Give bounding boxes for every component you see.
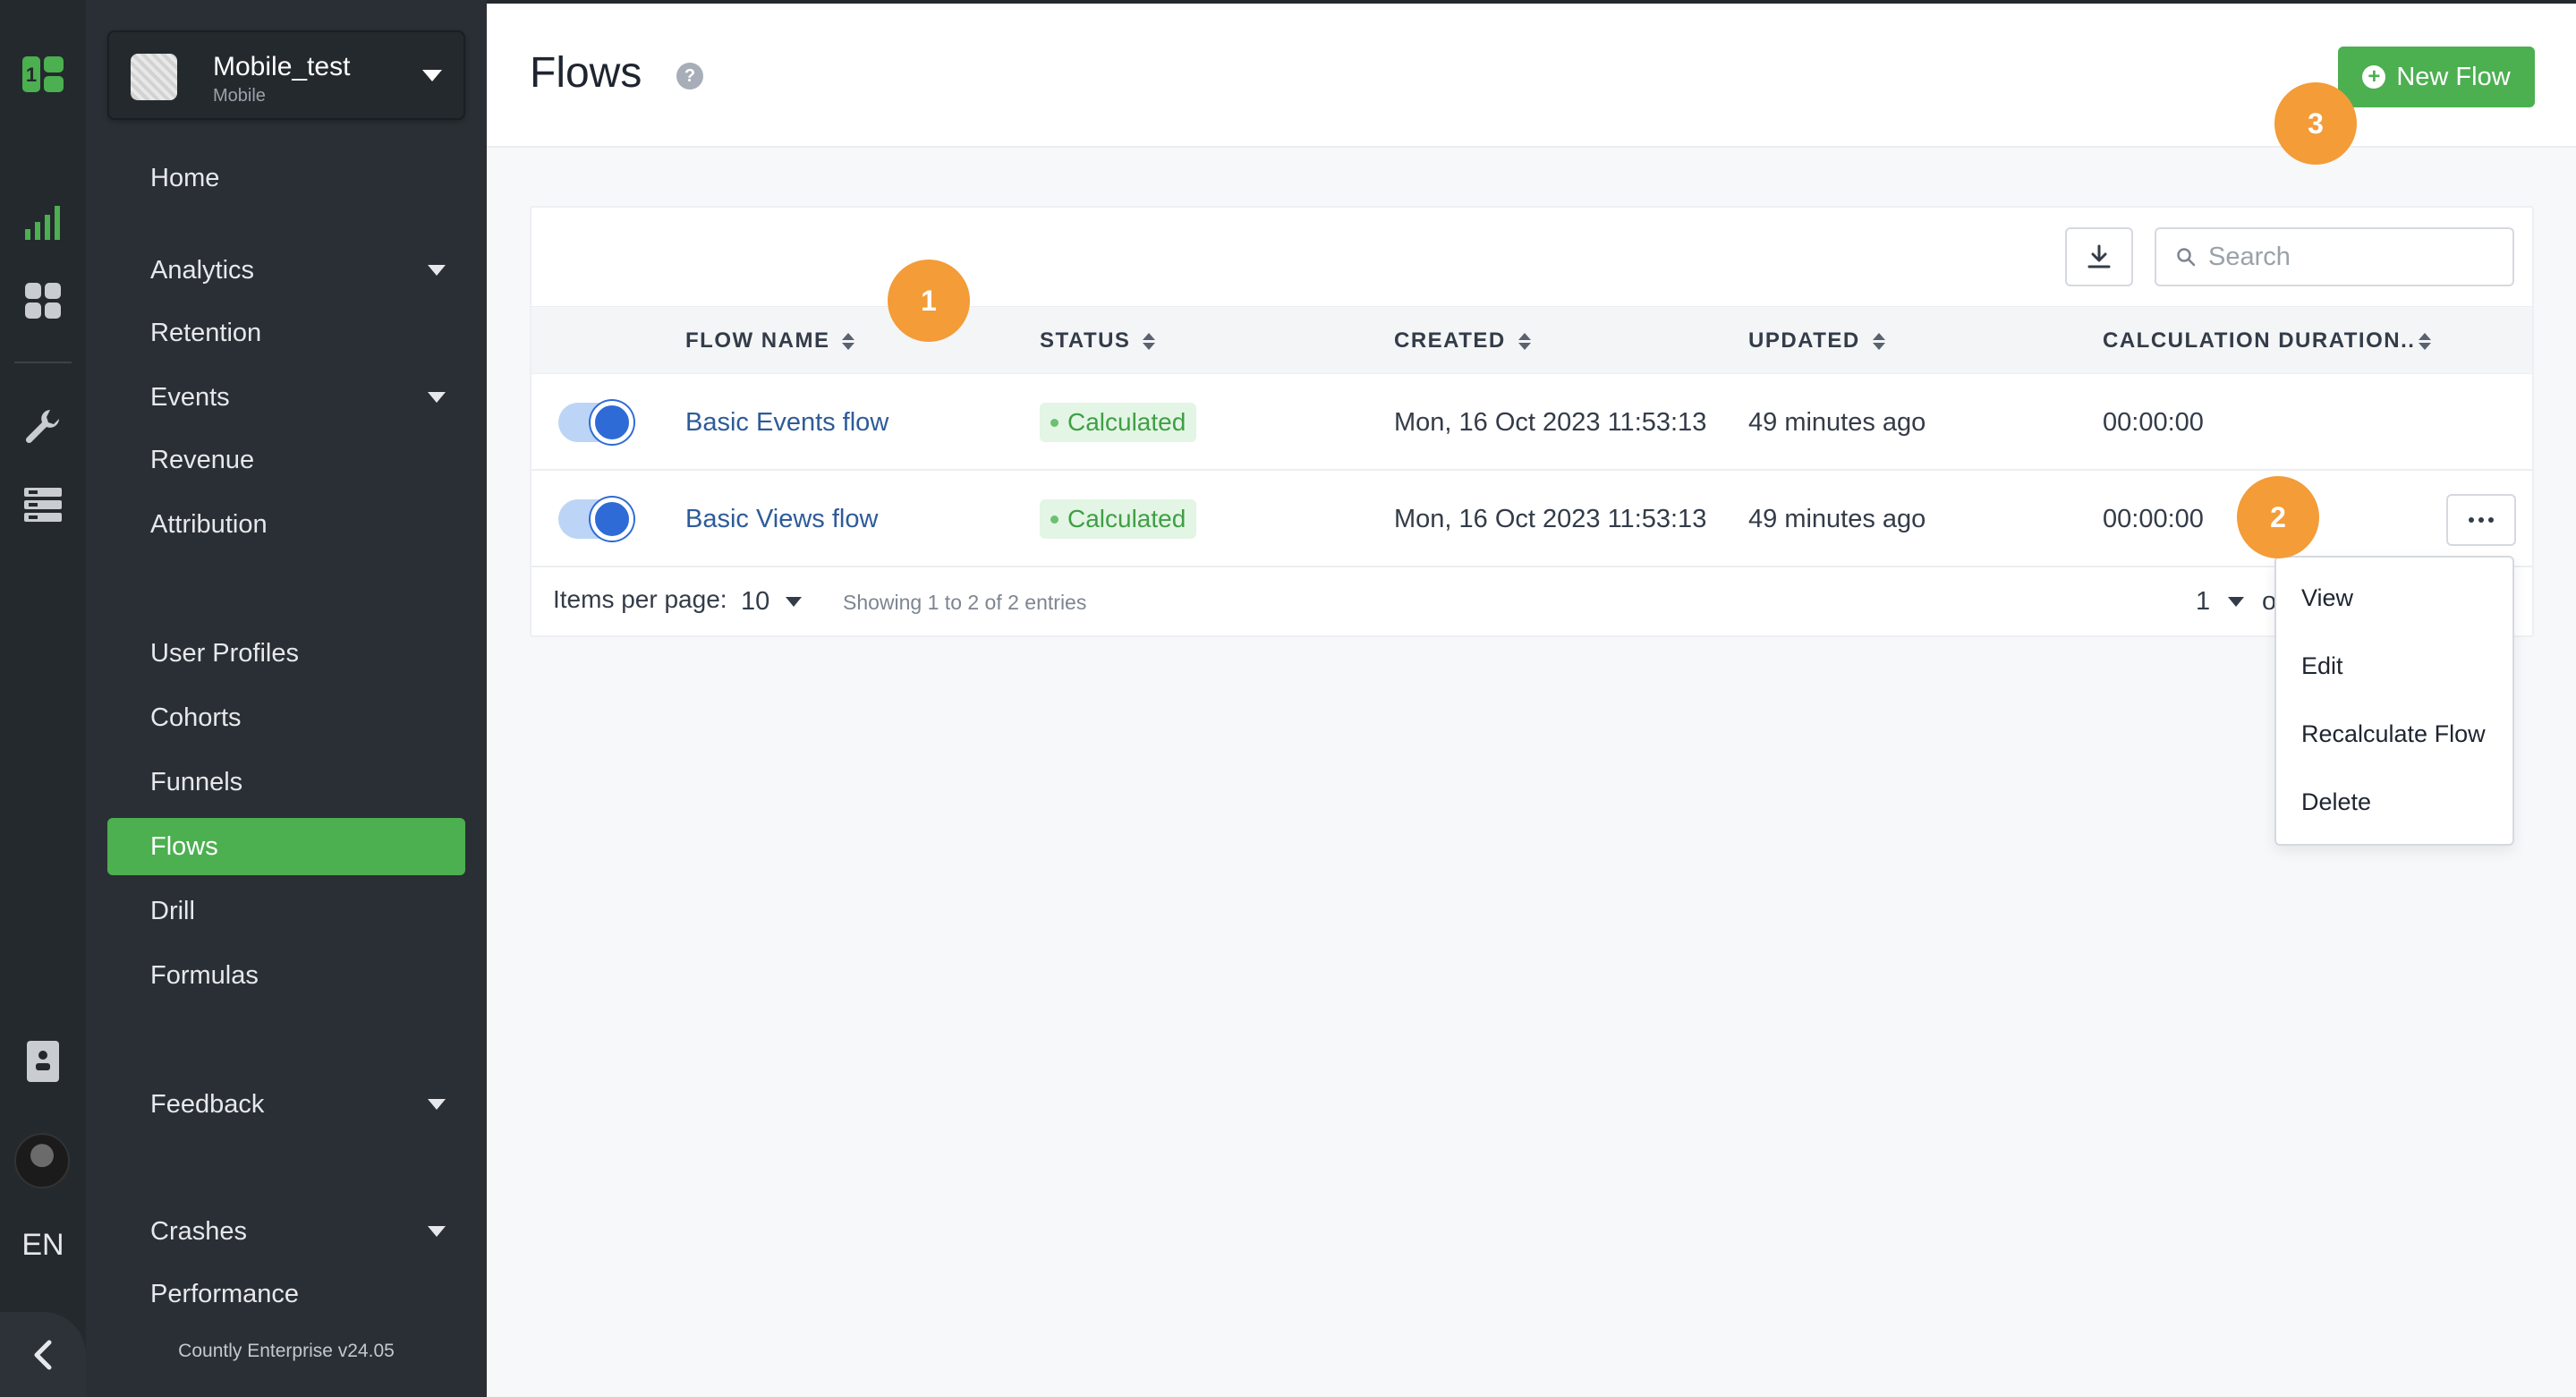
- sidebar-item-performance[interactable]: Performance: [107, 1265, 465, 1323]
- rail-divider: [14, 362, 72, 363]
- chevron-down-icon: [428, 1226, 446, 1237]
- updated-time: 49 minutes ago: [1748, 504, 1926, 533]
- table-row: Basic Views flow Calculated Mon, 16 Oct …: [531, 471, 2532, 567]
- showing-entries-text: Showing 1 to 2 of 2 entries: [843, 591, 1087, 614]
- sidebar-item-events[interactable]: Events: [107, 369, 465, 426]
- sort-icon: [842, 332, 855, 350]
- search-input[interactable]: [2208, 242, 2504, 272]
- column-calculation-duration[interactable]: CALCULATION DURATION..: [2103, 307, 2432, 375]
- chevron-down-icon: [2228, 597, 2245, 607]
- sidebar-item-user-profiles[interactable]: User Profiles: [107, 625, 465, 682]
- chevron-down-icon: [428, 265, 446, 276]
- app-name: Mobile_test: [213, 52, 351, 81]
- status-dot-icon: [1050, 515, 1058, 524]
- flow-name-link[interactable]: Basic Events flow: [685, 408, 888, 438]
- wrench-icon[interactable]: [20, 403, 66, 449]
- created-date: Mon, 16 Oct 2023 11:53:13: [1394, 407, 1707, 437]
- chevron-down-icon: [422, 70, 442, 81]
- sidebar-item-crashes[interactable]: Crashes: [107, 1203, 465, 1260]
- language-selector[interactable]: EN: [0, 1228, 86, 1263]
- status-badge: Calculated: [1040, 499, 1197, 539]
- sidebar-item-formulas[interactable]: Formulas: [107, 947, 465, 1004]
- search-icon: [2177, 248, 2196, 267]
- sidebar: Mobile_test Mobile Home Analytics Retent…: [86, 0, 487, 1397]
- page-header: Flows ? + New Flow: [487, 0, 2576, 148]
- chevron-left-icon: [34, 1340, 52, 1369]
- step-marker-1: 1: [888, 260, 970, 342]
- search-field[interactable]: [2155, 227, 2514, 286]
- sort-icon: [2419, 332, 2432, 350]
- step-marker-3: 3: [2274, 82, 2357, 165]
- flow-name-link[interactable]: Basic Views flow: [685, 505, 878, 534]
- column-status[interactable]: STATUS: [1040, 307, 1156, 375]
- items-per-page-label: Items per page:: [553, 585, 727, 613]
- data-manager-icon[interactable]: [20, 481, 66, 528]
- updated-time: 49 minutes ago: [1748, 407, 1926, 437]
- sidebar-item-feedback[interactable]: Feedback: [107, 1076, 465, 1133]
- menu-item-view[interactable]: View: [2301, 584, 2353, 612]
- sidebar-item-cohorts[interactable]: Cohorts: [107, 689, 465, 746]
- flow-toggle[interactable]: [558, 498, 633, 541]
- table-row: Basic Events flow Calculated Mon, 16 Oct…: [531, 374, 2532, 471]
- svg-text:1: 1: [26, 64, 37, 86]
- sidebar-item-flows[interactable]: Flows: [107, 818, 465, 875]
- app-icon: [131, 54, 177, 100]
- row-more-button[interactable]: [2446, 494, 2516, 546]
- column-flow-name[interactable]: FLOW NAME: [685, 307, 855, 375]
- chevron-down-icon: [428, 1099, 446, 1110]
- new-flow-button[interactable]: + New Flow: [2338, 47, 2535, 107]
- created-date: Mon, 16 Oct 2023 11:53:13: [1394, 504, 1707, 533]
- help-icon[interactable]: ?: [676, 63, 703, 89]
- menu-item-delete[interactable]: Delete: [2301, 788, 2371, 816]
- app-selector[interactable]: Mobile_test Mobile: [107, 30, 465, 120]
- widgets-grid-icon[interactable]: [20, 277, 66, 324]
- menu-item-recalculate-flow[interactable]: Recalculate Flow: [2301, 720, 2486, 748]
- document-icon[interactable]: [20, 1038, 66, 1085]
- chevron-down-icon: [428, 392, 446, 403]
- sort-icon: [1143, 332, 1156, 350]
- sort-icon: [1518, 332, 1531, 350]
- dashboard-chart-icon[interactable]: [20, 199, 66, 245]
- icon-rail: 1 EN: [0, 0, 86, 1397]
- table-header: FLOW NAME STATUS CREATED UPDATED CALCULA…: [531, 306, 2532, 374]
- column-updated[interactable]: UPDATED: [1748, 307, 1885, 375]
- sidebar-item-analytics[interactable]: Analytics: [107, 242, 465, 299]
- page-title: Flows: [530, 49, 642, 97]
- app-type: Mobile: [213, 86, 266, 106]
- items-per-page-select[interactable]: 10: [741, 587, 803, 617]
- menu-item-edit[interactable]: Edit: [2301, 652, 2343, 680]
- plus-circle-icon: +: [2362, 65, 2386, 89]
- step-marker-2: 2: [2237, 476, 2319, 558]
- flows-table-card: FLOW NAME STATUS CREATED UPDATED CALCULA…: [530, 206, 2534, 637]
- sidebar-item-revenue[interactable]: Revenue: [107, 431, 465, 489]
- sidebar-item-attribution[interactable]: Attribution: [107, 496, 465, 553]
- chevron-down-icon: [786, 597, 803, 607]
- table-footer: Items per page: 10 Showing 1 to 2 of 2 e…: [531, 569, 2532, 635]
- sidebar-item-retention[interactable]: Retention: [107, 304, 465, 362]
- user-avatar-icon[interactable]: [14, 1133, 70, 1188]
- countly-logo-icon[interactable]: 1: [20, 50, 66, 97]
- calculation-duration: 00:00:00: [2103, 407, 2204, 437]
- sidebar-item-drill[interactable]: Drill: [107, 882, 465, 940]
- sidebar-item-funnels[interactable]: Funnels: [107, 754, 465, 811]
- row-actions-menu: View Edit Recalculate Flow Delete: [2274, 556, 2514, 846]
- version-label: Countly Enterprise v24.05: [178, 1341, 395, 1361]
- status-badge: Calculated: [1040, 403, 1197, 442]
- export-button[interactable]: [2065, 227, 2133, 286]
- column-created[interactable]: CREATED: [1394, 307, 1531, 375]
- collapse-sidebar-button[interactable]: [0, 1312, 86, 1397]
- calculation-duration: 00:00:00: [2103, 504, 2204, 533]
- download-icon: [2087, 244, 2111, 268]
- flow-toggle[interactable]: [558, 401, 633, 444]
- status-dot-icon: [1050, 418, 1058, 427]
- sidebar-item-home[interactable]: Home: [107, 149, 465, 207]
- page-select[interactable]: 1: [2196, 587, 2245, 617]
- new-flow-label: New Flow: [2396, 62, 2511, 91]
- sort-icon: [1872, 332, 1885, 350]
